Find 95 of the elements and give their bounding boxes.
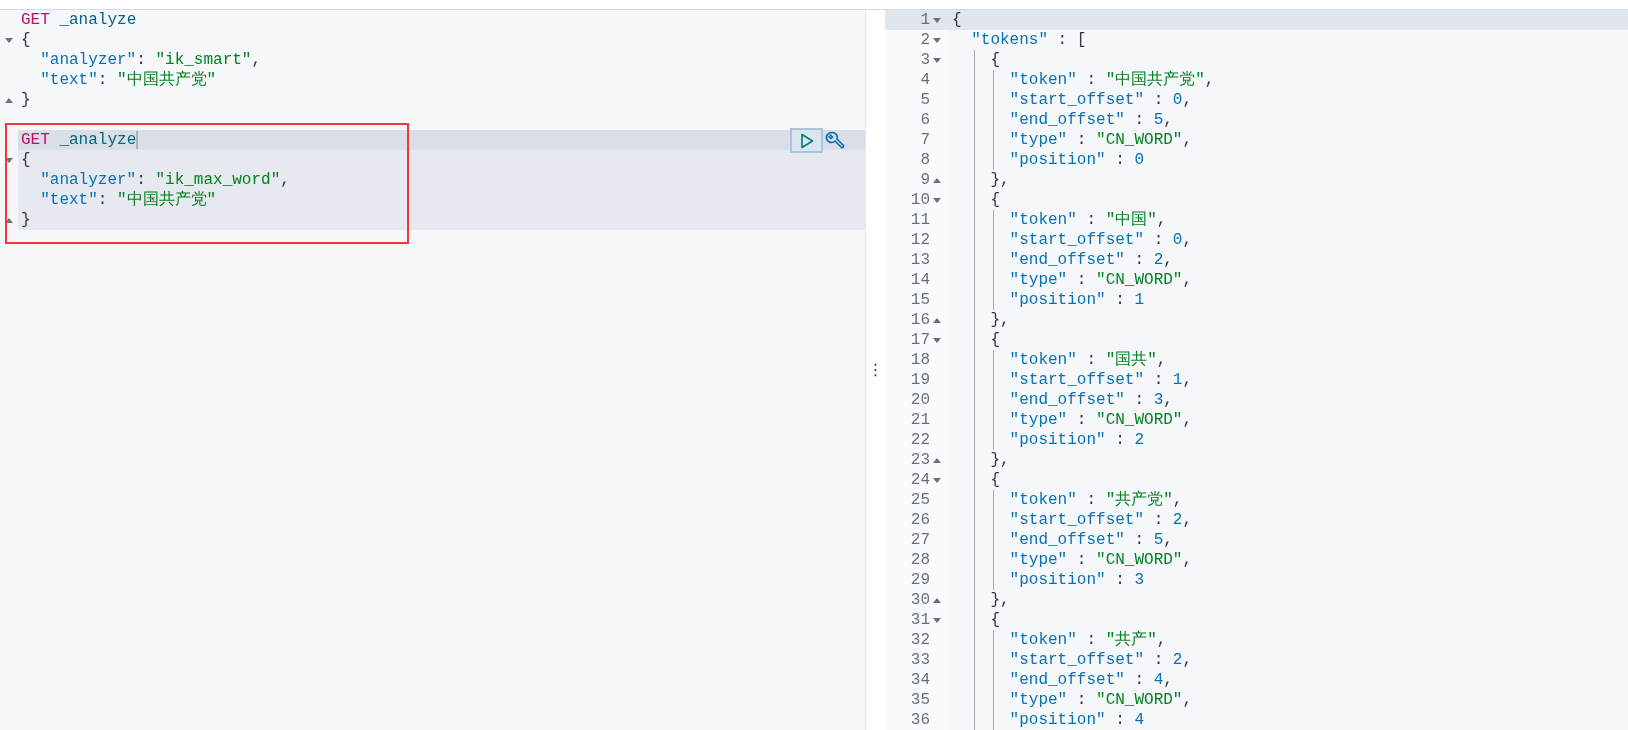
line-number: 17 — [910, 330, 931, 350]
line-number: 24 — [910, 470, 931, 490]
fold-caret-icon[interactable] — [933, 17, 941, 23]
code-line: "type" : "CN_WORD", — [948, 550, 1628, 570]
fold-caret-icon[interactable] — [933, 57, 941, 63]
code-line: "end_offset" : 4, — [948, 670, 1628, 690]
line-number: 29 — [910, 570, 931, 590]
code-line: "type" : "CN_WORD", — [948, 690, 1628, 710]
code-line: { — [20, 30, 32, 50]
code-line: "end_offset" : 2, — [948, 250, 1628, 270]
code-line: "token" : "中国共产党", — [948, 70, 1628, 90]
code-line: { — [948, 190, 1628, 210]
fold-caret-icon[interactable] — [933, 477, 941, 483]
line-number: 34 — [910, 670, 931, 690]
code-line: { — [948, 330, 1628, 350]
code-line: } — [20, 90, 32, 110]
line-number: 23 — [910, 450, 931, 470]
line-number: 26 — [910, 510, 931, 530]
line-number: 21 — [910, 410, 931, 430]
fold-caret-icon[interactable] — [933, 317, 941, 323]
play-icon — [799, 132, 814, 149]
code-line: "end_offset" : 5, — [948, 110, 1628, 130]
code-line: }, — [948, 310, 1628, 330]
line-number: 15 — [910, 290, 931, 310]
code-line: "type" : "CN_WORD", — [948, 130, 1628, 150]
line-number: 25 — [910, 490, 931, 510]
resize-handle-icon[interactable]: ⋮ — [867, 362, 884, 378]
code-line: "start_offset" : 0, — [948, 230, 1628, 250]
line-number: 7 — [920, 130, 931, 150]
code-line: "tokens" : [ — [970, 30, 1088, 50]
run-button[interactable] — [790, 128, 823, 153]
line-number: 14 — [910, 270, 931, 290]
code-line: "start_offset" : 2, — [948, 510, 1628, 530]
line-number: 12 — [910, 230, 931, 250]
code-line: }, — [948, 170, 1628, 190]
code-line: }, — [948, 450, 1628, 470]
line-number: 5 — [920, 90, 931, 110]
fold-caret-icon[interactable] — [933, 37, 941, 43]
line-number: 20 — [910, 390, 931, 410]
code-line: "token" : "国共", — [948, 350, 1628, 370]
code-line: "text": "中国共产党" — [39, 70, 218, 90]
line-number: 19 — [910, 370, 931, 390]
line-number: 33 — [910, 650, 931, 670]
fold-caret-icon[interactable] — [933, 177, 941, 183]
line-number: 16 — [910, 310, 931, 330]
code-line: "position" : 3 — [948, 570, 1628, 590]
line-number: 8 — [920, 150, 931, 170]
fold-caret-icon[interactable] — [5, 217, 13, 223]
line-number: 30 — [910, 590, 931, 610]
line-number: 4 — [920, 70, 931, 90]
line-number: 22 — [910, 430, 931, 450]
code-line: "position" : 1 — [948, 290, 1628, 310]
fold-caret-icon[interactable] — [933, 617, 941, 623]
code-line: "start_offset" : 1, — [948, 370, 1628, 390]
line-number: 10 — [910, 190, 931, 210]
code-line: "start_offset" : 0, — [948, 90, 1628, 110]
line-number: 18 — [910, 350, 931, 370]
line-number: 35 — [910, 690, 931, 710]
line-number: 9 — [920, 170, 931, 190]
fold-caret-icon[interactable] — [5, 97, 13, 103]
code-line: { — [948, 610, 1628, 630]
code-line: { — [948, 470, 1628, 490]
line-number: 1 — [920, 10, 931, 30]
line-number: 6 — [920, 110, 931, 130]
line-number: 36 — [910, 710, 931, 730]
code-line: GET _analyze — [20, 10, 138, 30]
code-line: "token" : "共产党", — [948, 490, 1628, 510]
code-line: }, — [948, 590, 1628, 610]
line-number: 31 — [910, 610, 931, 630]
code-line: "end_offset" : 3, — [948, 390, 1628, 410]
code-line: "start_offset" : 2, — [948, 650, 1628, 670]
line-number: 28 — [910, 550, 931, 570]
line-number: 13 — [910, 250, 931, 270]
code-line: "position" : 4 — [948, 710, 1628, 730]
code-line: "end_offset" : 5, — [948, 530, 1628, 550]
line-number: 32 — [910, 630, 931, 650]
fold-caret-icon[interactable] — [933, 457, 941, 463]
code-line: "type" : "CN_WORD", — [948, 270, 1628, 290]
fold-caret-icon[interactable] — [933, 337, 941, 343]
line-number: 11 — [910, 210, 931, 230]
code-line: "token" : "中国", — [948, 210, 1628, 230]
fold-caret-icon[interactable] — [933, 197, 941, 203]
fold-caret-icon[interactable] — [5, 157, 13, 163]
line-number: 27 — [910, 530, 931, 550]
fold-caret-icon[interactable] — [5, 37, 13, 43]
code-line: "type" : "CN_WORD", — [948, 410, 1628, 430]
code-line: "token" : "共产", — [948, 630, 1628, 650]
code-line: "analyzer": "ik_smart", — [39, 50, 263, 70]
line-number: 3 — [920, 50, 931, 70]
code-line: { — [948, 50, 1628, 70]
line-number: 2 — [920, 30, 931, 50]
code-line: "position" : 2 — [948, 430, 1628, 450]
code-line: "position" : 0 — [948, 150, 1628, 170]
fold-caret-icon[interactable] — [933, 597, 941, 603]
wrench-icon[interactable] — [825, 130, 845, 151]
